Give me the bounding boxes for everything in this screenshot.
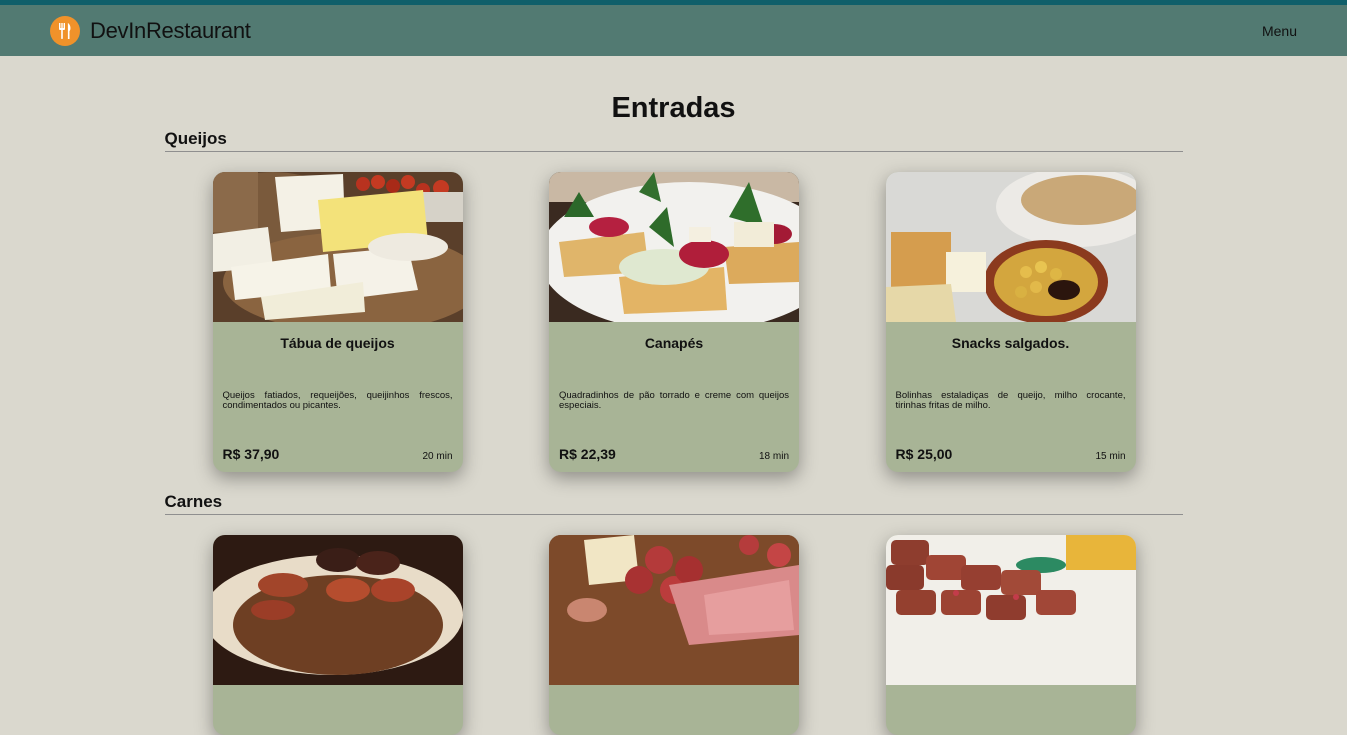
card-body: Canapés Quadradinhos de pão torrado e cr…: [549, 322, 799, 472]
fork-knife-icon: [50, 15, 80, 46]
brand-name: DevInRestaurant: [90, 17, 251, 43]
card-prep-time: 18 min: [758, 451, 789, 462]
card-prep-time: 15 min: [1095, 451, 1126, 462]
salty-snacks-photo: [885, 172, 1136, 322]
card-description: Quadradinhos de pão torrado e creme com …: [559, 390, 789, 411]
card-price: R$ 22,39: [559, 446, 616, 462]
card-title: Tábua de queijos: [280, 335, 395, 351]
cold-cuts-photo: [549, 535, 799, 685]
navbar: DevInRestaurant Menu: [0, 5, 1347, 56]
sausages-photo: [212, 535, 463, 685]
card-prep-time: 20 min: [422, 451, 453, 462]
menu-card[interactable]: [549, 535, 799, 735]
menu-card[interactable]: [212, 535, 463, 735]
card-body: Tábua de queijos Queijos fatiados, reque…: [213, 322, 463, 472]
menu-card[interactable]: Canapés Quadradinhos de pão torrado e cr…: [549, 172, 799, 472]
section-title: Carnes: [164, 492, 1183, 515]
canapes-photo: [549, 172, 799, 322]
card-list: [165, 515, 1183, 735]
card-footer: R$ 37,90 20 min: [223, 446, 453, 462]
cheese-board-photo: [212, 172, 463, 322]
menu-card[interactable]: Snacks salgados. Bolinhas estaladiças de…: [885, 172, 1136, 472]
brand[interactable]: DevInRestaurant: [50, 15, 251, 46]
section-queijos: Queijos Tábua de queijos Queijos fatiado…: [164, 129, 1183, 472]
page-title: Entradas: [611, 92, 736, 124]
card-price: R$ 37,90: [222, 446, 280, 462]
main-content: Entradas Queijos Tábua de queijos Queijo…: [164, 56, 1183, 735]
card-price: R$ 25,00: [895, 446, 953, 462]
card-title: Snacks salgados.: [951, 335, 1070, 351]
nav-menu-link[interactable]: Menu: [1262, 23, 1297, 39]
card-body: Snacks salgados. Bolinhas estaladiças de…: [886, 322, 1136, 472]
card-list: Tábua de queijos Queijos fatiados, reque…: [165, 152, 1183, 472]
card-footer: R$ 25,00 15 min: [896, 446, 1126, 462]
card-description: Queijos fatiados, requeijões, queijinhos…: [222, 390, 453, 411]
menu-card[interactable]: Tábua de queijos Queijos fatiados, reque…: [212, 172, 463, 472]
card-footer: R$ 22,39 18 min: [559, 446, 789, 462]
card-title: Canapés: [644, 335, 704, 351]
meat-bites-photo: [885, 535, 1136, 685]
card-description: Bolinhas estaladiças de queijo, milho cr…: [895, 390, 1126, 411]
section-title: Queijos: [164, 129, 1183, 152]
section-carnes: Carnes: [164, 492, 1183, 735]
menu-card[interactable]: [885, 535, 1136, 735]
